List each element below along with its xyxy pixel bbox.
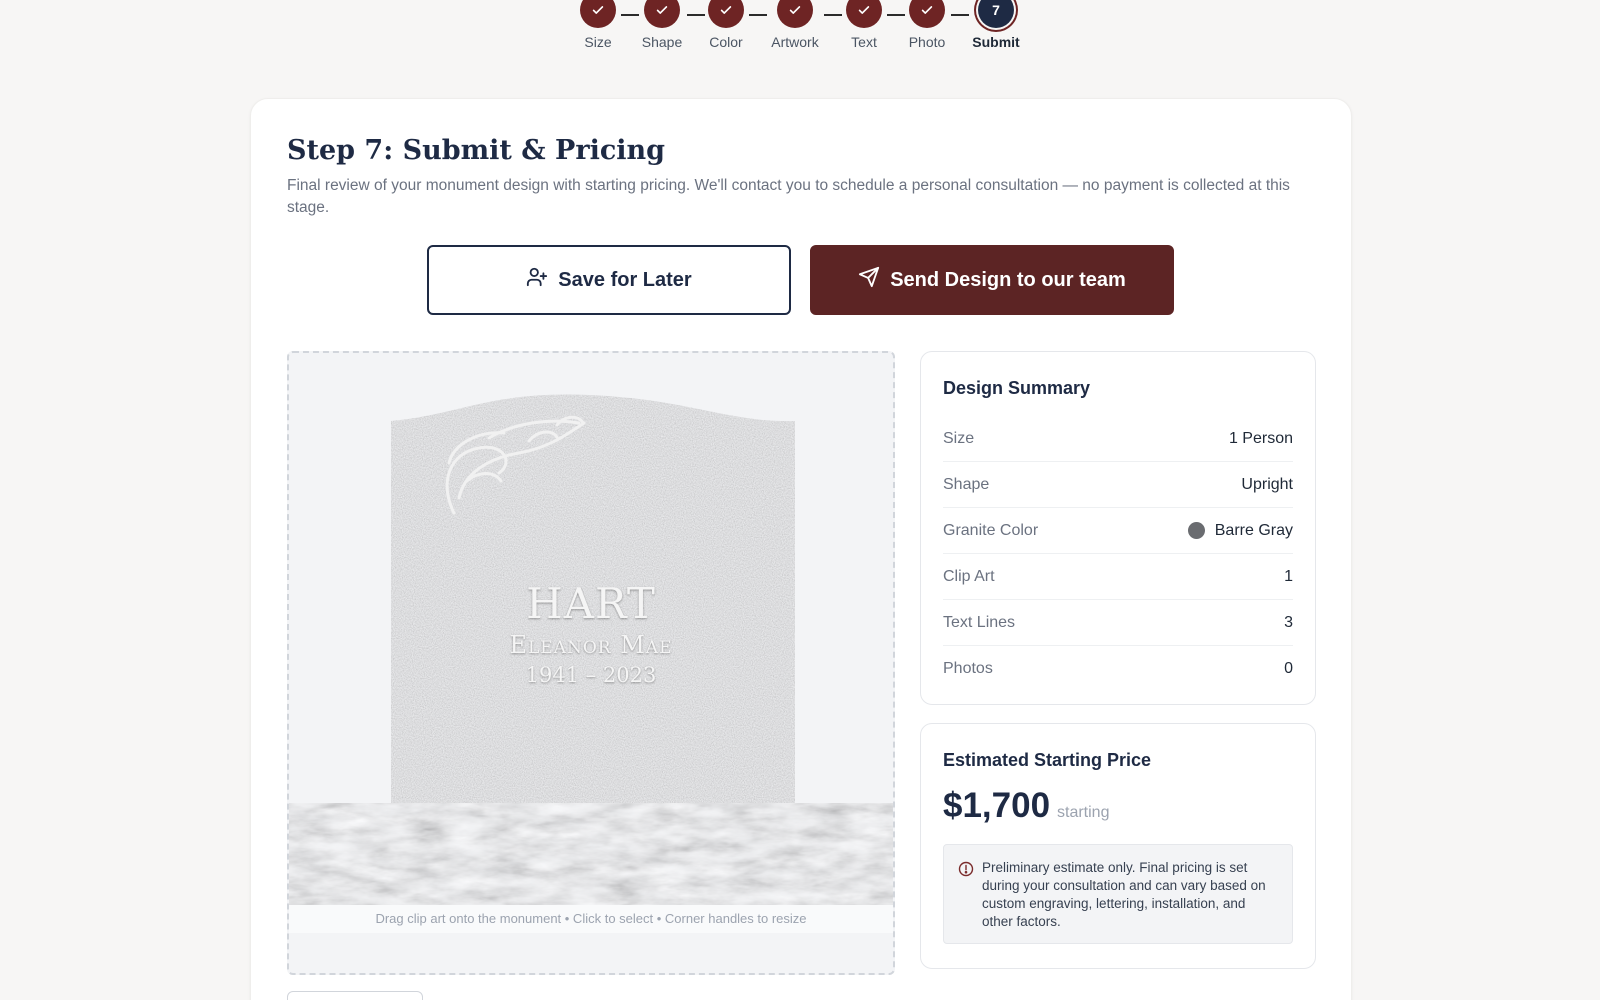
user-plus-icon (526, 266, 548, 294)
monument-last-name[interactable]: HART (389, 579, 793, 628)
check-icon (644, 0, 680, 28)
monument-canvas[interactable]: HART Eleanor Mae 1941 – 2023 Drag clip a… (287, 351, 895, 975)
monument-first-name[interactable]: Eleanor Mae (389, 631, 793, 659)
alert-circle-icon (958, 861, 974, 877)
granite-color-value: Barre Gray (1214, 521, 1293, 539)
summary-row-size: Size 1 Person (943, 416, 1293, 462)
send-icon (858, 266, 880, 294)
save-for-later-button[interactable]: Save for Later (427, 245, 791, 315)
summary-row-granite-color: Granite Color Barre Gray (943, 508, 1293, 554)
price-suffix: starting (1057, 804, 1110, 821)
check-icon (708, 0, 744, 28)
monument-base (289, 803, 893, 913)
progress-stepper: Size Shape Color Artwork Text Photo 7 Su… (0, 0, 1600, 52)
price-disclaimer: Preliminary estimate only. Final pricing… (943, 844, 1293, 944)
color-swatch (1187, 522, 1205, 539)
main-card: Step 7: Submit & Pricing Final review of… (250, 98, 1352, 1000)
price-disclaimer-text: Preliminary estimate only. Final pricing… (982, 860, 1266, 929)
check-icon (909, 0, 945, 28)
save-for-later-label: Save for Later (558, 268, 692, 291)
step-submit[interactable]: 7 Submit (956, 0, 1036, 50)
page-subtitle: Final review of your monument design wit… (287, 177, 1290, 216)
summary-row-clip-art: Clip Art 1 (943, 554, 1293, 600)
design-summary-title: Design Summary (943, 378, 1091, 398)
summary-row-shape: Shape Upright (943, 462, 1293, 508)
page-title: Step 7: Submit & Pricing (287, 135, 666, 166)
price-amount: $1,700 (943, 786, 1051, 825)
summary-row-photos: Photos 0 (943, 660, 1293, 677)
design-summary-panel: Design Summary Size 1 Person Shape Uprig… (920, 351, 1316, 705)
check-icon (777, 0, 813, 28)
send-design-button[interactable]: Send Design to our team (810, 245, 1174, 315)
price-title: Estimated Starting Price (943, 750, 1152, 770)
step-label: Color (709, 34, 743, 50)
summary-row-text-lines: Text Lines 3 (943, 600, 1293, 646)
step-color[interactable]: Color (686, 0, 766, 50)
step-label: Artwork (771, 34, 819, 50)
step-artwork[interactable]: Artwork (755, 0, 835, 50)
monument-dates[interactable]: 1941 – 2023 (389, 663, 793, 687)
canvas-hint: Drag clip art onto the monument • Click … (289, 905, 893, 933)
step-label: Photo (908, 34, 946, 50)
step-photo[interactable]: Photo (887, 0, 967, 50)
send-design-label: Send Design to our team (890, 268, 1126, 291)
step-number: 7 (978, 0, 1014, 28)
price-panel: Estimated Starting Price $1,700 starting… (920, 723, 1316, 969)
check-icon (846, 0, 882, 28)
step-label: Submit (972, 34, 1020, 50)
secondary-control[interactable] (287, 991, 423, 1000)
check-icon (580, 0, 616, 28)
